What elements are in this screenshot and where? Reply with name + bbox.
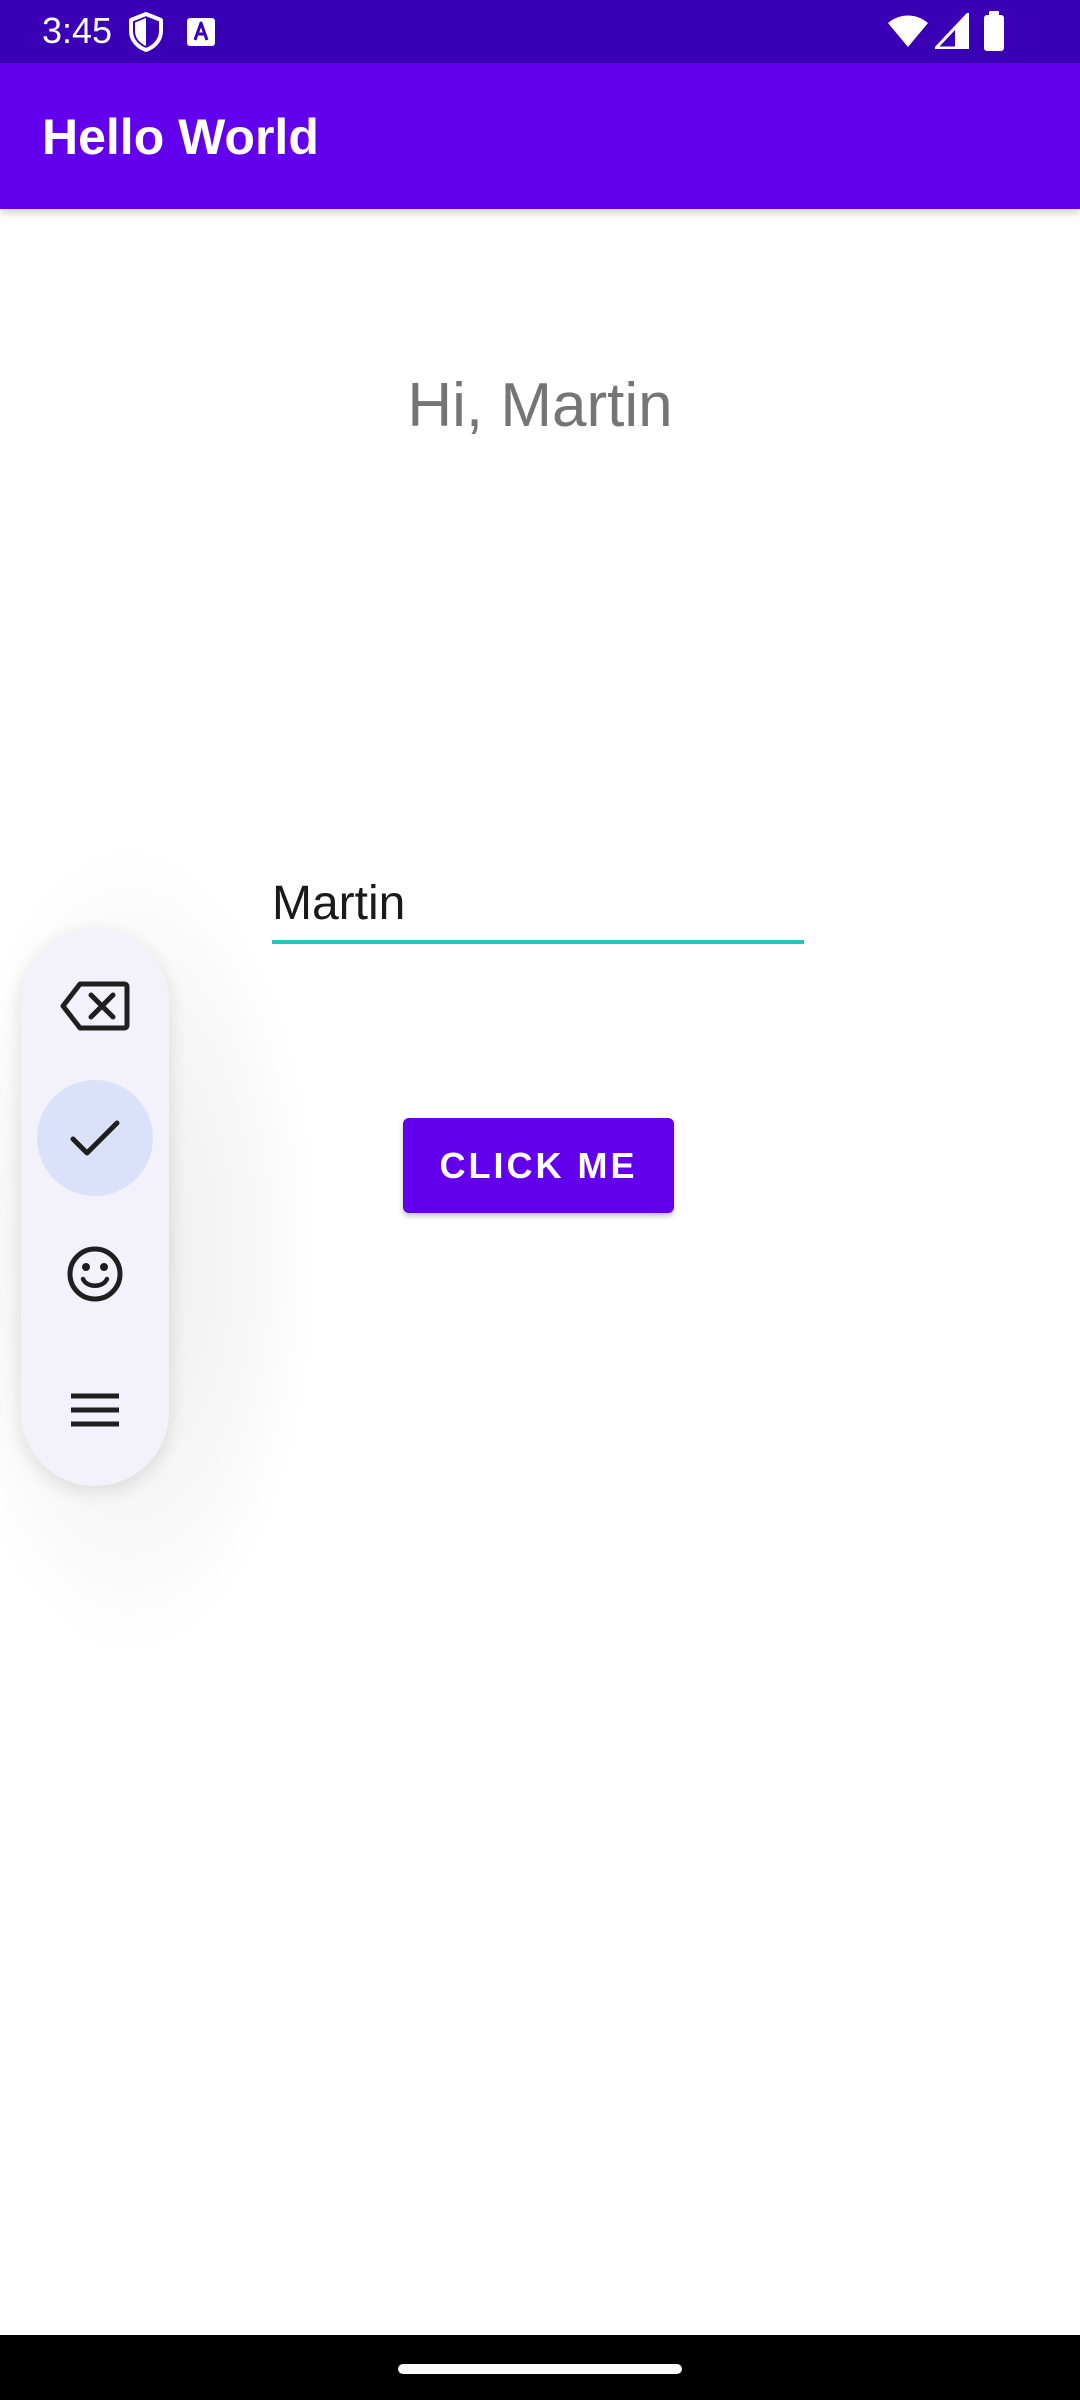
keyboard-a-icon (187, 18, 215, 46)
check-icon (70, 1120, 120, 1156)
wifi-icon (888, 15, 928, 47)
menu-button[interactable] (37, 1352, 153, 1468)
confirm-button[interactable] (37, 1080, 153, 1196)
battery-icon (984, 11, 1004, 51)
emoji-button[interactable] (37, 1216, 153, 1332)
app-screen: 3:45 Hello World Hi, Martin CLICK ME (0, 0, 1080, 2400)
home-gesture-handle[interactable] (398, 2364, 682, 2374)
name-input[interactable] (272, 866, 804, 944)
click-me-button[interactable]: CLICK ME (403, 1118, 674, 1213)
floating-keyboard-toolbar (21, 928, 169, 1486)
backspace-icon (60, 981, 130, 1031)
emoji-icon (67, 1246, 123, 1302)
app-bar: Hello World (0, 63, 1080, 209)
navigation-bar (0, 2335, 1080, 2400)
signal-icon (935, 13, 969, 49)
app-title: Hello World (42, 109, 319, 165)
shield-icon (129, 12, 163, 52)
status-bar: 3:45 (0, 0, 1080, 63)
menu-icon (71, 1393, 119, 1427)
greeting-text: Hi, Martin (407, 371, 673, 440)
status-time: 3:45 (42, 10, 113, 51)
backspace-button[interactable] (37, 948, 153, 1064)
